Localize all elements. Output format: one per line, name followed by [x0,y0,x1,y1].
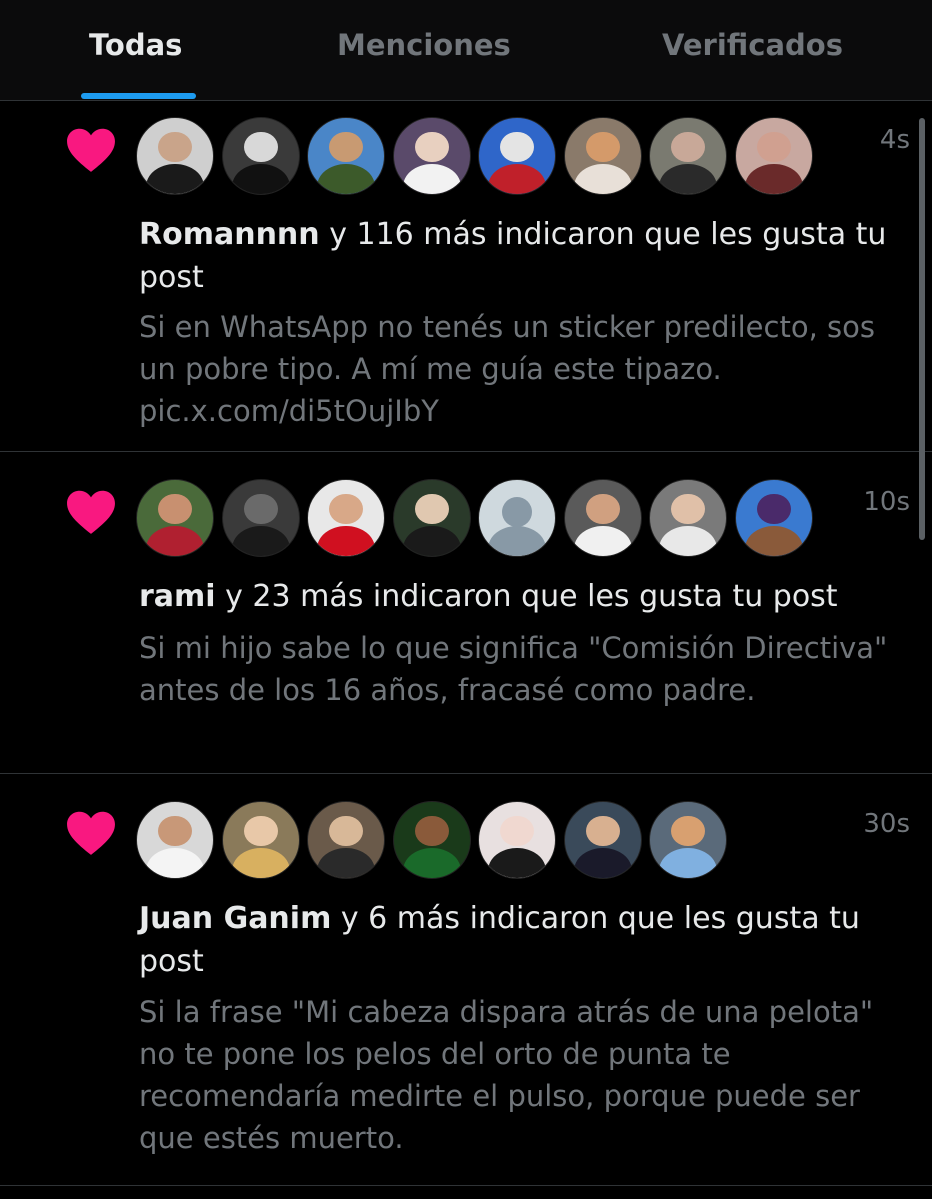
avatar[interactable] [649,117,727,195]
post-preview: Si la frase "Mi cabeza dispara atrás de … [139,995,874,1155]
liker-name[interactable]: rami [139,579,216,614]
notification-item[interactable]: 10s rami y 23 más indicaron que les gust… [0,452,932,774]
post-preview: Si mi hijo sabe lo que significa "Comisi… [139,631,888,707]
avatar[interactable] [478,801,556,879]
avatar[interactable] [478,479,556,557]
notification-headline: Juan Ganim y 6 más indicaron que les gus… [139,897,909,983]
avatar[interactable] [393,117,471,195]
avatar-row [136,801,736,879]
avatar[interactable] [222,801,300,879]
heart-icon [67,490,115,534]
avatar[interactable] [222,117,300,195]
avatar[interactable] [136,117,214,195]
like-summary: y 23 más indicaron que les gusta tu post [215,579,838,614]
avatar-row [136,479,816,557]
avatar[interactable] [564,117,642,195]
notification-time: 30s [863,809,910,839]
avatar[interactable] [649,801,727,879]
notification-time: 4s [879,125,910,155]
avatar[interactable] [735,479,813,557]
heart-icon [67,811,115,855]
notification-time: 10s [863,487,910,517]
avatar[interactable] [564,801,642,879]
avatar[interactable] [222,479,300,557]
liker-name[interactable]: Juan Ganim [139,901,331,936]
liker-name[interactable]: Romannnn [139,217,320,252]
notification-headline: rami y 23 más indicaron que les gusta tu… [139,575,909,618]
avatar[interactable] [649,479,727,557]
scrollbar-thumb[interactable] [919,118,925,540]
avatar[interactable] [393,479,471,557]
tab-menciones[interactable]: Menciones [337,28,511,62]
tab-todas[interactable]: Todas [89,28,182,62]
active-tab-indicator [81,93,196,99]
avatar[interactable] [393,801,471,879]
avatar[interactable] [136,479,214,557]
avatar[interactable] [564,479,642,557]
avatar[interactable] [735,117,813,195]
post-preview: Si en WhatsApp no tenés un sticker predi… [139,310,875,428]
tab-verificados[interactable]: Verificados [662,28,843,62]
avatar[interactable] [307,117,385,195]
avatar[interactable] [136,801,214,879]
avatar-row [136,117,816,195]
notification-headline: Romannnn y 116 más indicaron que les gus… [139,213,909,299]
avatar[interactable] [307,479,385,557]
notifications-tab-bar: Todas Menciones Verificados [0,0,932,101]
avatar[interactable] [478,117,556,195]
notification-item[interactable]: 30s Juan Ganim y 6 más indicaron que les… [0,774,932,1186]
avatar[interactable] [307,801,385,879]
notification-item[interactable]: 4s Romannnn y 116 más indicaron que les … [0,101,932,452]
heart-icon [67,128,115,172]
